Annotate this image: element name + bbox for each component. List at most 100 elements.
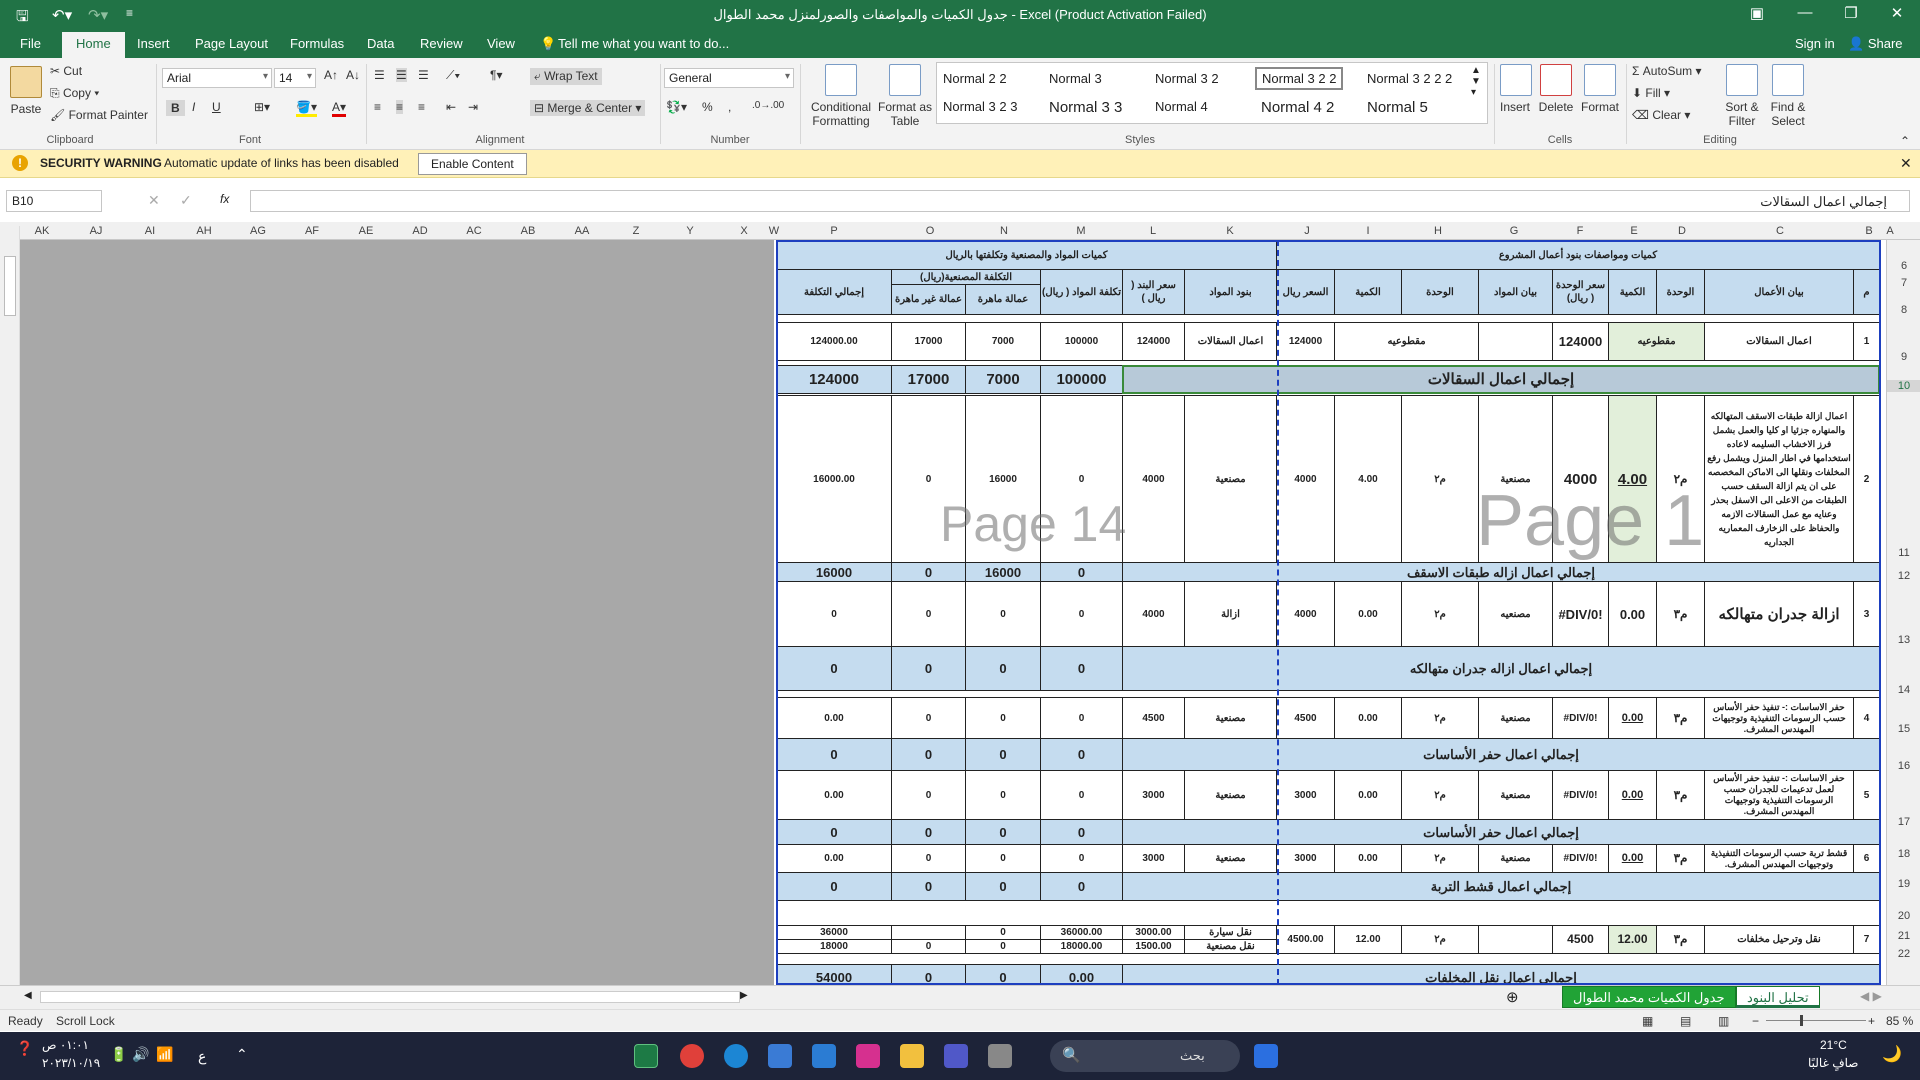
- format-as-table-button[interactable]: Format as Table: [878, 64, 932, 128]
- wrap-text-button[interactable]: ⤶ Wrap Text: [530, 68, 602, 85]
- sheet-tab-quantities[interactable]: جدول الكميات محمد الطوال: [1562, 986, 1736, 1008]
- tab-review[interactable]: Review: [420, 36, 463, 51]
- store-icon[interactable]: [768, 1044, 792, 1068]
- rtl-icon[interactable]: ¶▾: [490, 68, 502, 82]
- column-header[interactable]: K: [1210, 225, 1250, 237]
- vertical-scrollbar[interactable]: [0, 226, 20, 985]
- style-normal-3-2-3[interactable]: Normal 3 2 3: [943, 99, 1017, 114]
- delete-cells-button[interactable]: Delete: [1538, 64, 1574, 114]
- column-header[interactable]: W: [754, 225, 794, 237]
- zoom-slider[interactable]: [1766, 1020, 1866, 1021]
- copy-button[interactable]: ⎘ Copy ▾: [50, 86, 99, 101]
- style-normal-3[interactable]: Normal 3: [1049, 71, 1102, 86]
- row-header[interactable]: 12: [1887, 570, 1920, 582]
- style-normal-3-2-2[interactable]: Normal 3 2 2: [1255, 67, 1344, 90]
- column-header[interactable]: I: [1348, 225, 1388, 237]
- style-normal-3-2-2-2[interactable]: Normal 3 2 2 2: [1367, 71, 1452, 86]
- currency-icon[interactable]: 💱▾: [666, 100, 687, 114]
- teams-icon[interactable]: [944, 1044, 968, 1068]
- chrome-icon[interactable]: [680, 1044, 704, 1068]
- column-header[interactable]: L: [1133, 225, 1173, 237]
- horizontal-scrollbar[interactable]: [40, 991, 740, 1003]
- search-box[interactable]: 🔍 بحث: [1050, 1040, 1240, 1072]
- name-box[interactable]: B10: [6, 190, 102, 212]
- row-header[interactable]: 13: [1887, 634, 1920, 646]
- tab-view[interactable]: View: [487, 36, 515, 51]
- minimize-icon[interactable]: —: [1790, 4, 1820, 21]
- tab-scroll-icon[interactable]: ◀ ▶: [1860, 989, 1882, 1003]
- decrease-indent-icon[interactable]: ⇤: [446, 100, 456, 114]
- row-header[interactable]: 22: [1887, 948, 1920, 960]
- clock-date[interactable]: ٢٠٢٣/١٠/١٩: [42, 1056, 100, 1070]
- instagram-icon[interactable]: [856, 1044, 880, 1068]
- column-header[interactable]: AA: [562, 225, 602, 237]
- row-header[interactable]: 16: [1887, 760, 1920, 772]
- column-header[interactable]: F: [1560, 225, 1600, 237]
- column-header[interactable]: AH: [184, 225, 224, 237]
- row-header[interactable]: 21: [1887, 930, 1920, 942]
- font-name-select[interactable]: Arial: [162, 68, 272, 88]
- borders-icon[interactable]: ⊞▾: [254, 100, 270, 114]
- comma-button[interactable]: ,: [728, 100, 731, 114]
- column-header[interactable]: H: [1418, 225, 1458, 237]
- windows-start-icon[interactable]: [1254, 1044, 1278, 1068]
- column-header[interactable]: M: [1061, 225, 1101, 237]
- mail-icon[interactable]: [812, 1044, 836, 1068]
- merge-center-button[interactable]: ⊟ Merge & Center ▾: [530, 100, 646, 116]
- row-header[interactable]: 14: [1887, 684, 1920, 696]
- style-normal-3-3[interactable]: Normal 3 3: [1049, 99, 1122, 116]
- align-bottom-icon[interactable]: ☰: [418, 68, 429, 82]
- column-header[interactable]: AC: [454, 225, 494, 237]
- column-header[interactable]: E: [1614, 225, 1654, 237]
- style-normal-3-2[interactable]: Normal 3 2: [1155, 71, 1219, 86]
- fill-color-icon[interactable]: 🪣▾: [296, 100, 317, 117]
- insert-cells-button[interactable]: Insert: [1500, 64, 1532, 114]
- close-icon[interactable]: ✕: [1900, 155, 1912, 172]
- insert-function-icon[interactable]: fx: [220, 192, 229, 206]
- weather-temp[interactable]: 21°C: [1820, 1038, 1847, 1052]
- row-header[interactable]: 7: [1887, 277, 1920, 289]
- volume-icon[interactable]: 🔊: [132, 1046, 149, 1063]
- zoom-in-icon[interactable]: +: [1868, 1014, 1875, 1028]
- column-header[interactable]: P: [814, 225, 854, 237]
- increase-indent-icon[interactable]: ⇥: [468, 100, 478, 114]
- row-header[interactable]: 15: [1887, 723, 1920, 735]
- shrink-font-icon[interactable]: A↓: [346, 68, 360, 82]
- formula-input[interactable]: إجمالي اعمال السقالات: [250, 190, 1910, 212]
- column-header[interactable]: AB: [508, 225, 548, 237]
- style-normal-5[interactable]: Normal 5: [1367, 99, 1428, 116]
- row-header[interactable]: 11: [1887, 547, 1920, 559]
- column-header[interactable]: AI: [130, 225, 170, 237]
- column-header[interactable]: AF: [292, 225, 332, 237]
- collapse-ribbon-icon[interactable]: ⌃: [1900, 134, 1910, 148]
- enable-content-button[interactable]: Enable Content: [418, 153, 527, 175]
- tell-me-box[interactable]: Tell me what you want to do...: [558, 36, 729, 51]
- zoom-slider-thumb[interactable]: [1800, 1015, 1803, 1026]
- column-header[interactable]: AG: [238, 225, 278, 237]
- column-header[interactable]: J: [1287, 225, 1327, 237]
- style-normal-4[interactable]: Normal 4: [1155, 99, 1208, 114]
- tray-chevron-icon[interactable]: ⌃: [236, 1046, 248, 1063]
- tab-data[interactable]: Data: [367, 36, 394, 51]
- column-header[interactable]: N: [984, 225, 1024, 237]
- column-header[interactable]: A: [1870, 225, 1910, 237]
- row-header[interactable]: 8: [1887, 304, 1920, 316]
- align-middle-icon[interactable]: ☰: [396, 68, 407, 82]
- align-top-icon[interactable]: ☰: [374, 68, 385, 82]
- clock-time[interactable]: ٠١:٠١ ص: [42, 1038, 89, 1052]
- format-cells-button[interactable]: Format: [1580, 64, 1620, 114]
- style-normal-2-2[interactable]: Normal 2 2: [943, 71, 1007, 86]
- excel-icon[interactable]: [634, 1044, 658, 1068]
- italic-button[interactable]: I: [192, 100, 195, 114]
- row-header[interactable]: 18: [1887, 848, 1920, 860]
- column-header[interactable]: AD: [400, 225, 440, 237]
- maximize-icon[interactable]: ❐: [1836, 4, 1866, 22]
- paste-button[interactable]: Paste: [8, 66, 44, 116]
- share-button[interactable]: 👤 Share: [1848, 36, 1903, 52]
- align-right-icon[interactable]: ≡: [418, 100, 425, 114]
- clear-button[interactable]: ⌫ Clear ▾: [1632, 108, 1690, 122]
- grow-font-icon[interactable]: A↑: [324, 68, 338, 82]
- orientation-icon[interactable]: ⟋▾: [446, 68, 460, 83]
- conditional-formatting-button[interactable]: Conditional Formatting: [806, 64, 876, 128]
- column-header[interactable]: AJ: [76, 225, 116, 237]
